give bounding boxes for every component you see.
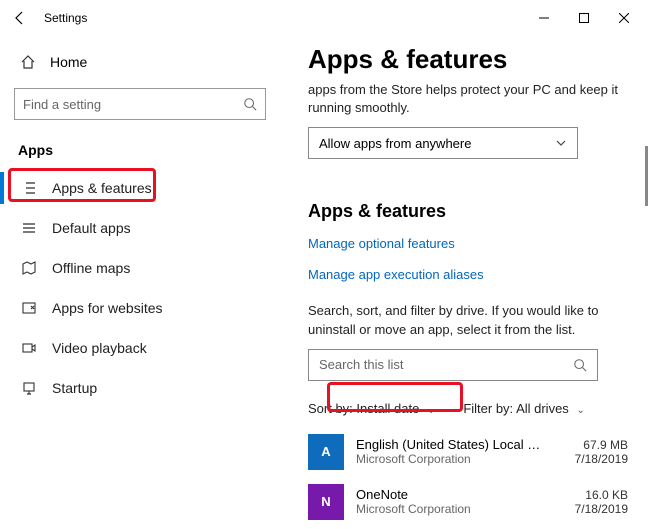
sidebar-item-video-playback[interactable]: Video playback: [14, 328, 266, 368]
back-button[interactable]: [6, 4, 34, 32]
app-date: 7/18/2019: [558, 452, 628, 466]
sort-value: Install date: [356, 401, 419, 416]
nav-label: Apps for websites: [52, 300, 163, 316]
home-nav[interactable]: Home: [14, 44, 266, 80]
home-label: Home: [50, 54, 87, 70]
find-setting-input[interactable]: Find a setting: [14, 88, 266, 120]
map-icon: [20, 260, 38, 276]
window-title: Settings: [44, 11, 87, 25]
page-title: Apps & features: [308, 44, 628, 75]
main-panel: Apps & features apps from the Store help…: [280, 36, 650, 529]
video-icon: [20, 340, 38, 356]
websites-icon: [20, 300, 38, 316]
search-list-input[interactable]: Search this list: [308, 349, 598, 381]
app-list: A English (United States) Local Exp... M…: [308, 434, 628, 520]
search-placeholder: Find a setting: [23, 97, 101, 112]
dropdown-value: Allow apps from anywhere: [319, 136, 471, 151]
sort-by-dropdown[interactable]: Sort by: Install date ⌄: [308, 401, 435, 416]
scrollbar[interactable]: [645, 146, 648, 206]
app-publisher: Microsoft Corporation: [356, 452, 546, 466]
maximize-button[interactable]: [564, 4, 604, 32]
app-list-item[interactable]: N OneNote Microsoft Corporation 16.0 KB …: [308, 484, 628, 520]
minimize-button[interactable]: [524, 4, 564, 32]
search-placeholder: Search this list: [319, 357, 404, 372]
filter-label: Filter by:: [463, 401, 513, 416]
list-icon: [20, 180, 38, 196]
sidebar-item-startup[interactable]: Startup: [14, 368, 266, 408]
close-button[interactable]: [604, 4, 644, 32]
defaults-icon: [20, 220, 38, 236]
app-tile-icon: A: [308, 434, 344, 470]
app-list-item[interactable]: A English (United States) Local Exp... M…: [308, 434, 628, 470]
nav-label: Offline maps: [52, 260, 130, 276]
chevron-down-icon: ⌄: [576, 405, 584, 416]
search-icon: [243, 97, 257, 111]
app-source-dropdown[interactable]: Allow apps from anywhere: [308, 127, 578, 159]
section-heading: Apps & features: [308, 201, 628, 222]
app-size: 67.9 MB: [558, 438, 628, 452]
help-text: Search, sort, and filter by drive. If yo…: [308, 302, 608, 338]
sidebar-item-offline-maps[interactable]: Offline maps: [14, 248, 266, 288]
nav-label: Startup: [52, 380, 97, 396]
app-name: English (United States) Local Exp...: [356, 437, 546, 452]
chevron-down-icon: ⌄: [427, 405, 435, 416]
startup-icon: [20, 380, 38, 396]
sidebar-item-apps-websites[interactable]: Apps for websites: [14, 288, 266, 328]
app-name: OneNote: [356, 487, 546, 502]
app-publisher: Microsoft Corporation: [356, 502, 546, 516]
sidebar: Home Find a setting Apps Apps & features…: [0, 36, 280, 529]
nav-label: Apps & features: [52, 180, 152, 196]
link-optional-features[interactable]: Manage optional features: [308, 236, 455, 251]
intro-text-line1: apps from the Store helps protect your P…: [308, 81, 628, 99]
filter-by-dropdown[interactable]: Filter by: All drives ⌄: [463, 401, 585, 416]
app-date: 7/18/2019: [558, 502, 628, 516]
chevron-down-icon: [555, 137, 567, 149]
home-icon: [20, 54, 36, 70]
titlebar: Settings: [0, 0, 650, 36]
link-execution-aliases[interactable]: Manage app execution aliases: [308, 267, 484, 282]
app-tile-icon: N: [308, 484, 344, 520]
sidebar-item-default-apps[interactable]: Default apps: [14, 208, 266, 248]
sidebar-section-label: Apps: [14, 142, 266, 158]
app-size: 16.0 KB: [558, 488, 628, 502]
intro-text-line2: running smoothly.: [308, 99, 628, 117]
search-icon: [573, 358, 587, 372]
sidebar-item-apps-features[interactable]: Apps & features: [14, 168, 266, 208]
nav-label: Video playback: [52, 340, 147, 356]
filter-value: All drives: [516, 401, 569, 416]
sort-label: Sort by:: [308, 401, 353, 416]
nav-label: Default apps: [52, 220, 131, 236]
